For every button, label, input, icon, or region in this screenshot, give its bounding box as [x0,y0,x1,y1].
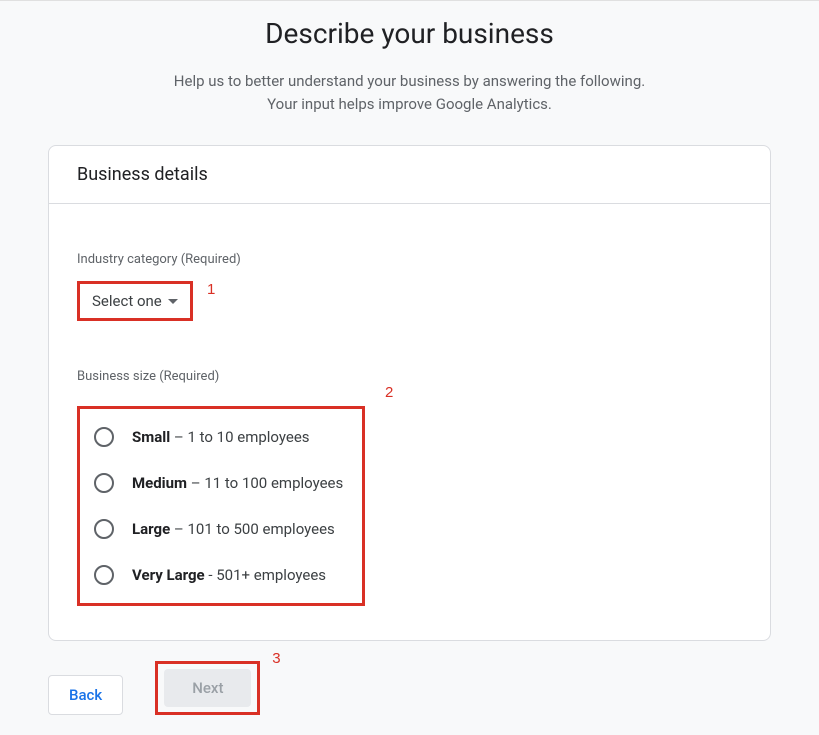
next-button[interactable]: Next [164,669,251,707]
industry-category-label: Industry category (Required) [77,252,742,267]
business-size-option-medium[interactable]: Medium – 11 to 100 employees [94,473,348,493]
radio-label: Small – 1 to 10 employees [132,428,310,446]
card-header: Business details [49,146,770,204]
subtitle-line-2: Your input helps improve Google Analytic… [267,95,552,113]
option-desc: – 1 to 10 employees [170,428,309,446]
industry-select-value: Select one [92,292,162,310]
option-name: Medium [132,474,187,492]
annotation-box-2: Small – 1 to 10 employees Medium – 11 to… [77,406,365,606]
annotation-box-3: Next [155,661,260,715]
radio-group-wrap: 2 Small – 1 to 10 employees Medium – 11 … [77,398,742,606]
business-size-option-very-large[interactable]: Very Large - 501+ employees [94,565,348,585]
business-size-field: Business size (Required) 2 Small – 1 to … [77,369,742,606]
back-button[interactable]: Back [48,675,123,715]
annotation-box-1: Select one [77,281,193,321]
option-desc: – 101 to 500 employees [170,520,335,538]
radio-label: Large – 101 to 500 employees [132,520,335,538]
annotation-number-3: 3 [272,650,280,667]
radio-icon [94,473,114,493]
industry-select-wrap: Select one 1 [77,281,193,321]
caret-down-icon [168,299,178,304]
card-body: Industry category (Required) Select one … [49,204,770,640]
business-size-option-large[interactable]: Large – 101 to 500 employees [94,519,348,539]
option-desc: - 501+ employees [205,566,326,584]
business-size-option-small[interactable]: Small – 1 to 10 employees [94,427,348,447]
radio-icon [94,565,114,585]
page-title: Describe your business [40,17,779,50]
card-title: Business details [77,164,742,185]
option-name: Large [132,520,170,538]
next-button-wrap: 3 Next [155,661,260,715]
radio-icon [94,427,114,447]
page-header: Describe your business Help us to better… [0,1,819,145]
annotation-number-2: 2 [385,384,393,401]
footer-buttons: Back 3 Next [0,641,819,735]
industry-category-select[interactable]: Select one [84,286,186,316]
business-size-label: Business size (Required) [77,369,742,384]
industry-category-field: Industry category (Required) Select one … [77,252,742,321]
page-subtitle: Help us to better understand your busine… [40,70,779,115]
option-desc: – 11 to 100 employees [187,474,343,492]
subtitle-line-1: Help us to better understand your busine… [174,72,645,90]
radio-icon [94,519,114,539]
business-details-card: Business details Industry category (Requ… [48,145,771,641]
radio-label: Medium – 11 to 100 employees [132,474,343,492]
radio-label: Very Large - 501+ employees [132,566,326,584]
option-name: Very Large [132,566,205,584]
annotation-number-1: 1 [207,281,215,298]
option-name: Small [132,428,170,446]
